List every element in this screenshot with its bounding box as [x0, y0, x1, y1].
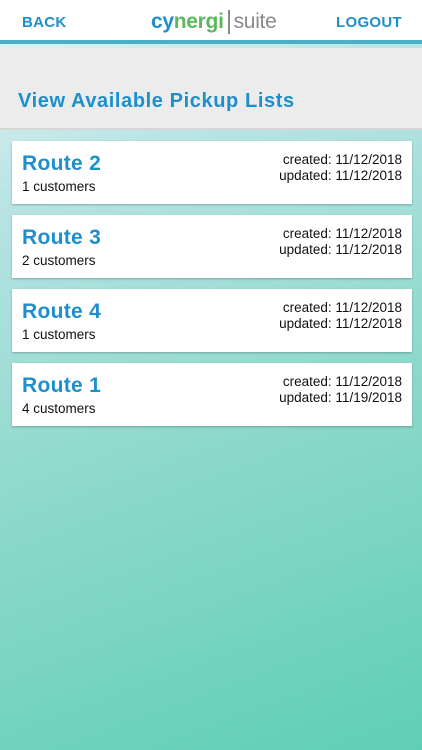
logo-text-nergi: nergi	[173, 10, 224, 33]
title-banner: View Available Pickup Lists	[0, 48, 422, 130]
route-card[interactable]: Route 2 1 customers created: 11/12/2018 …	[12, 141, 412, 204]
route-dates: created: 11/12/2018 updated: 11/12/2018	[279, 152, 402, 184]
route-name: Route 4	[22, 300, 102, 323]
logout-button[interactable]: LOGOUT	[336, 14, 402, 31]
route-dates: created: 11/12/2018 updated: 11/12/2018	[279, 300, 402, 332]
updated-date: updated: 11/12/2018	[279, 316, 402, 331]
created-date: created: 11/12/2018	[282, 226, 402, 241]
route-name: Route 3	[22, 226, 102, 249]
route-name: Route 2	[22, 152, 102, 175]
cynergi-suite-logo: cy nergi suite	[151, 8, 277, 36]
route-card[interactable]: Route 4 1 customers created: 11/12/2018 …	[12, 289, 412, 352]
updated-date: updated: 11/12/2018	[279, 168, 402, 183]
created-date: created: 11/12/2018	[282, 152, 402, 167]
route-card[interactable]: Route 1 4 customers created: 11/12/2018 …	[12, 363, 412, 426]
customer-count: 4 customers	[22, 401, 96, 416]
created-date: created: 11/12/2018	[282, 300, 402, 315]
back-button[interactable]: BACK	[22, 14, 67, 31]
updated-date: updated: 11/12/2018	[279, 242, 402, 257]
route-card[interactable]: Route 3 2 customers created: 11/12/2018 …	[12, 215, 412, 278]
logo-text-cy: cy	[151, 10, 174, 33]
customer-count: 2 customers	[22, 253, 96, 268]
top-bar: BACK cy nergi suite LOGOUT	[0, 0, 422, 44]
route-name: Route 1	[22, 374, 102, 397]
customer-count: 1 customers	[22, 179, 96, 194]
route-dates: created: 11/12/2018 updated: 11/12/2018	[279, 226, 402, 258]
page-title: View Available Pickup Lists	[18, 90, 295, 112]
logo-text-suite: suite	[233, 10, 277, 33]
logo-divider	[227, 10, 230, 34]
pickup-list: Route 2 1 customers created: 11/12/2018 …	[12, 141, 412, 437]
customer-count: 1 customers	[22, 327, 96, 342]
route-dates: created: 11/12/2018 updated: 11/19/2018	[279, 374, 402, 406]
updated-date: updated: 11/19/2018	[279, 390, 402, 405]
created-date: created: 11/12/2018	[282, 374, 402, 389]
